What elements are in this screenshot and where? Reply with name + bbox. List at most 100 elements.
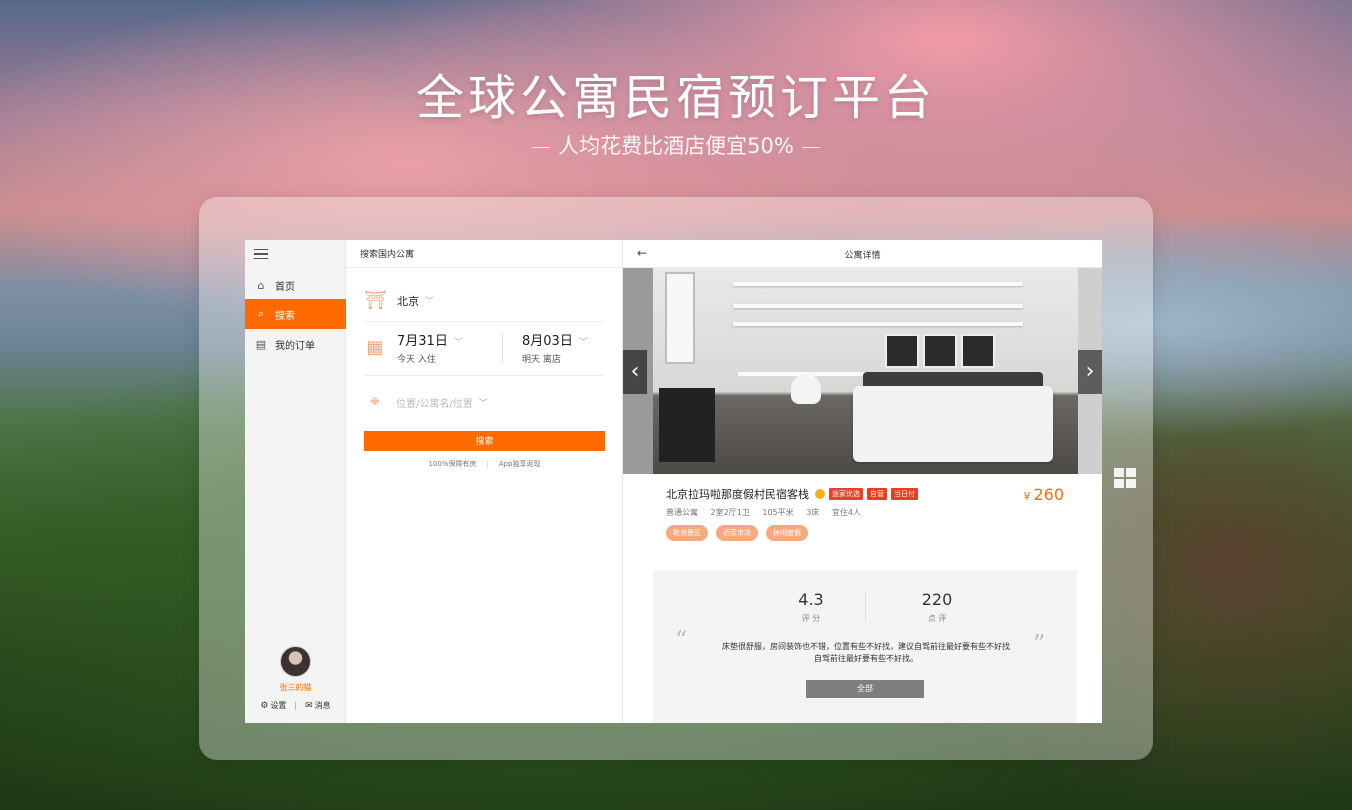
checkout-date[interactable]: 8月03日 ﹀ 明天 离店: [522, 330, 588, 365]
search-panel: 搜索国内公寓 ⛩ 北京 ﹀ ▦ 7月31日 ﹀ 今天 入住 8月03日 ﹀ 明天 离…: [346, 240, 623, 723]
detail-header: ← 公寓详情: [623, 240, 1102, 268]
photo-shelf: [733, 282, 1023, 286]
sidebar-item-orders[interactable]: ▤ 我的订单: [245, 329, 346, 359]
photo-art: [961, 334, 995, 368]
listing-tags: 毗邻景区 近菜市场 休闲度假: [666, 525, 1066, 541]
tag-item[interactable]: 休闲度假: [766, 525, 808, 541]
location-pin-icon: ⌖: [369, 391, 381, 412]
badge-self-run: 自营: [867, 488, 887, 500]
listing-price: ¥260: [1023, 485, 1064, 504]
tip-guarantee: 100%保障有房: [428, 460, 477, 468]
detail-panel: ← 公寓详情 ‹ › 北京拉玛啦那度假村民宿客栈 途家优选 自营 当日付 普通公…: [623, 240, 1102, 723]
photo-art: [885, 334, 919, 368]
home-icon: ⌂: [257, 278, 265, 292]
photo-art: [923, 334, 957, 368]
sidebar-item-label: 搜索: [275, 310, 295, 322]
settings-label: 设置: [270, 701, 287, 710]
rating-value: 4.3: [798, 590, 824, 609]
username[interactable]: 张三的猫: [245, 682, 346, 693]
checkin-date-sub: 今天 入住: [397, 355, 436, 365]
review-line: 床垫很舒服，房间装饰也不错，位置有些不好找，建议自驾前往最好要有些不好找: [722, 642, 1010, 651]
all-reviews-button[interactable]: 全部: [806, 680, 924, 698]
checkin-date-value: 7月31日: [397, 334, 448, 349]
chevron-down-icon: ﹀: [578, 338, 588, 348]
open-quote-icon: “: [675, 626, 688, 654]
photo-shelf: [733, 322, 1023, 326]
calendar-icon: ▦: [366, 337, 384, 358]
stat-divider: [865, 592, 866, 622]
app-window: ⌂ 首页 ⌕ 搜索 ▤ 我的订单 张三的猫 ⚙ 设置 | ✉ 消息 搜索国内公寓 ⛩…: [245, 240, 1102, 723]
settings-link[interactable]: ⚙ 设置: [260, 700, 286, 711]
chevron-down-icon: ﹀: [478, 398, 488, 409]
spec-beds: 3床: [806, 508, 820, 517]
chevron-down-icon: ﹀: [425, 297, 435, 307]
checkout-date-value: 8月03日: [522, 334, 573, 349]
dash-left: [532, 146, 551, 148]
badge-same-day: 当日付: [891, 488, 918, 500]
reviews-label: 点 评: [927, 614, 947, 623]
messages-link[interactable]: ✉ 消息: [305, 700, 331, 711]
listing-title-row: 北京拉玛啦那度假村民宿客栈 途家优选 自营 当日付: [666, 486, 1066, 502]
hero-title: 全球公寓民宿预订平台: [415, 70, 936, 126]
sidebar-item-search[interactable]: ⌕ 搜索: [245, 299, 346, 329]
photo-chair: [791, 374, 821, 404]
listing-name: 北京拉玛啦那度假村民宿客栈: [666, 488, 809, 501]
review-text: 床垫很舒服，房间装饰也不错，位置有些不好找，建议自驾前往最好要有些不好找 自驾前…: [705, 641, 1027, 665]
menu-icon[interactable]: [254, 249, 268, 259]
sidebar-item-home[interactable]: ⌂ 首页: [245, 270, 346, 300]
price-value: 260: [1033, 485, 1064, 504]
chevron-down-icon: ﹀: [453, 338, 463, 348]
detail-title: 公寓详情: [844, 251, 881, 261]
reviews-stat[interactable]: 220 点 评: [877, 590, 997, 624]
city-selector[interactable]: ⛩ 北京 ﹀: [364, 280, 604, 322]
search-panel-header: 搜索国内公寓: [346, 240, 622, 268]
badge-featured: 途家优选: [829, 488, 863, 500]
tips-divider: |: [486, 460, 489, 468]
search-tips: 100%保障有房 | App独享返现: [364, 459, 605, 469]
review-line: 自驾前往最好要有些不好找。: [814, 654, 918, 663]
messages-label: 消息: [314, 701, 331, 710]
listing-specs: 普通公寓 2室2厅1卫 105平米 3床 宜住4人: [666, 507, 1066, 518]
mail-icon: ✉: [305, 701, 313, 711]
checkout-date-sub: 明天 离店: [522, 355, 561, 365]
windows-logo-icon: [1114, 468, 1138, 490]
review-section: 4.3 评 分 220 点 评 “ ” 床垫很舒服，房间装饰也不错，位置有些不好…: [653, 570, 1077, 723]
sidebar: ⌂ 首页 ⌕ 搜索 ▤ 我的订单 张三的猫 ⚙ 设置 | ✉ 消息: [245, 240, 346, 723]
sidebar-item-label: 我的订单: [275, 340, 315, 352]
city-value: 北京: [397, 294, 419, 308]
hero-subtitle-text: 人均花费比酒店便宜50%: [558, 134, 794, 158]
hero-subtitle: 人均花费比酒店便宜50%: [0, 130, 1352, 160]
search-icon: ⌕: [257, 307, 265, 320]
next-photo-button[interactable]: ›: [1078, 350, 1102, 394]
search-button[interactable]: 搜索: [364, 431, 605, 451]
tag-item[interactable]: 近菜市场: [716, 525, 758, 541]
sidebar-item-label: 首页: [275, 281, 295, 293]
photo-amp: [659, 388, 715, 462]
close-quote-icon: ”: [1033, 630, 1046, 658]
rating-label: 评 分: [801, 614, 821, 623]
sidebar-footer: ⚙ 设置 | ✉ 消息: [245, 700, 346, 711]
photo-bed: [853, 386, 1053, 462]
location-placeholder: 位置/公寓名/位置: [396, 398, 473, 410]
reviews-count: 220: [921, 590, 953, 609]
apartment-photo[interactable]: ‹ ›: [623, 268, 1102, 474]
gear-icon: ⚙: [260, 701, 269, 711]
currency-symbol: ¥: [1023, 490, 1031, 503]
dash-right: [801, 146, 820, 148]
spec-type: 普通公寓: [666, 508, 698, 517]
tip-cashback: App独享返现: [498, 460, 541, 468]
medal-icon: [815, 489, 825, 499]
rating-stat: 4.3 评 分: [751, 590, 871, 624]
prev-photo-button[interactable]: ‹: [623, 350, 647, 394]
city-gate-icon: ⛩: [364, 289, 387, 311]
spec-guests: 宜住4人: [831, 508, 861, 517]
date-selector: ▦ 7月31日 ﹀ 今天 入住 8月03日 ﹀ 明天 离店: [364, 330, 604, 376]
avatar[interactable]: [280, 646, 311, 677]
date-divider: [502, 334, 503, 362]
checkin-date[interactable]: 7月31日 ﹀ 今天 入住: [397, 330, 463, 365]
orders-icon: ▤: [255, 337, 267, 351]
location-input[interactable]: ⌖ 位置/公寓名/位置 ﹀: [364, 384, 604, 420]
tag-item[interactable]: 毗邻景区: [666, 525, 708, 541]
footer-divider: |: [294, 701, 298, 710]
photo-window: [665, 272, 695, 364]
